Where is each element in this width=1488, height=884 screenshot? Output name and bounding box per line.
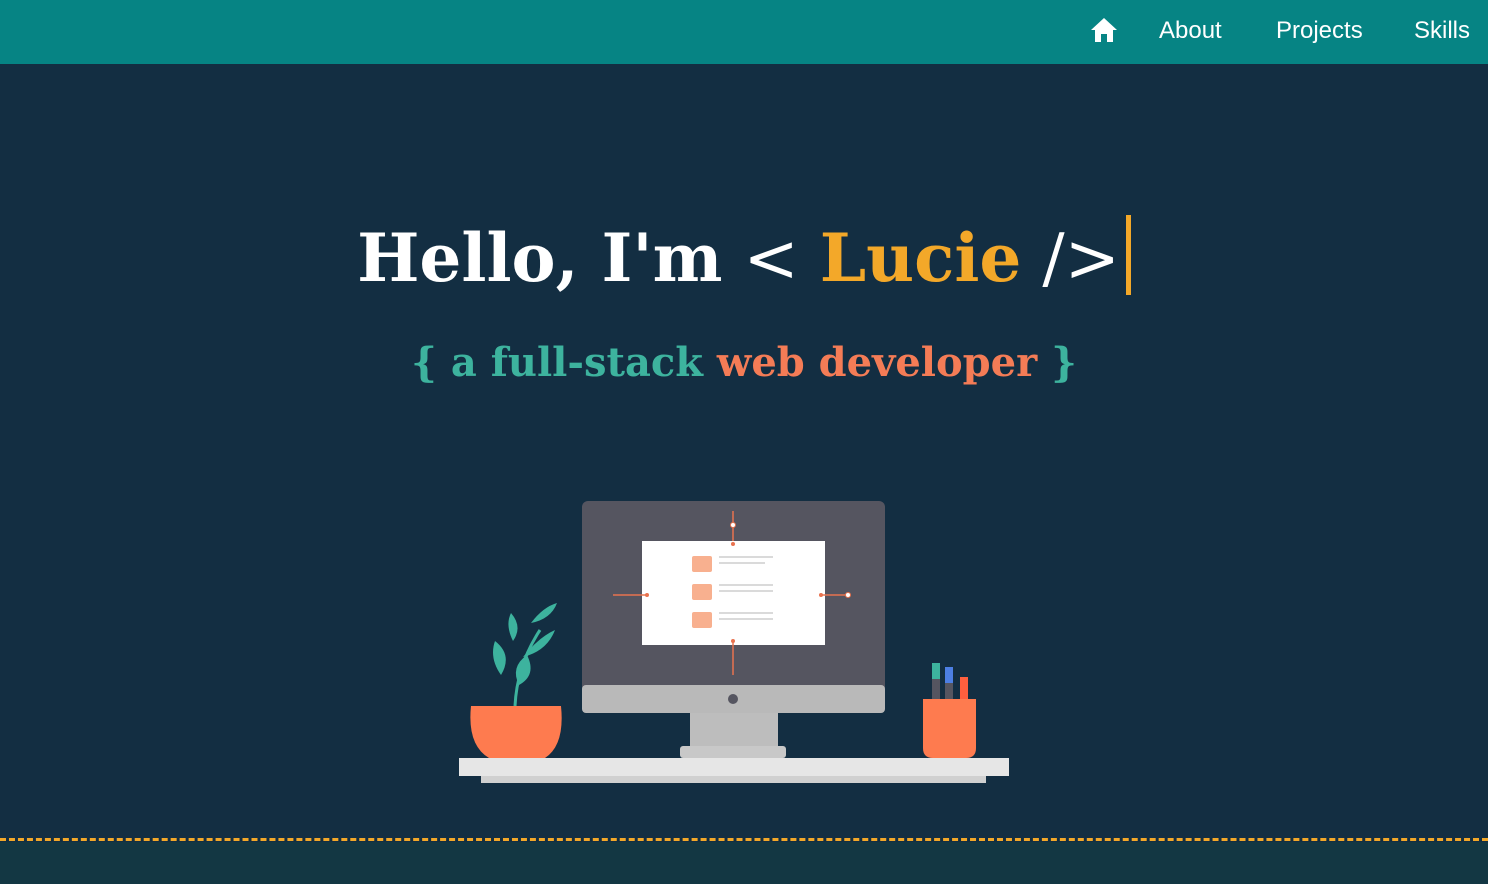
typing-cursor	[1125, 215, 1131, 295]
hero-subtitle: { a full-stack web developer }	[0, 336, 1488, 390]
navbar: About Projects Skills	[0, 0, 1488, 64]
pencil-cup	[923, 699, 976, 758]
next-section-top	[0, 842, 1488, 884]
desk-top	[459, 758, 1009, 776]
section-divider	[0, 838, 1488, 841]
monitor-foot	[680, 746, 786, 758]
hero-name: Lucie	[819, 219, 1022, 297]
home-icon[interactable]	[1089, 16, 1119, 44]
tag-close: />	[1042, 220, 1120, 297]
nav-link-skills[interactable]: Skills	[1414, 16, 1470, 46]
subtitle-teal-text: a full-stack	[450, 339, 703, 386]
tag-open: <	[743, 220, 799, 297]
plant-pot	[470, 706, 562, 758]
greeting-text: Hello, I'm	[357, 219, 723, 297]
subtitle-orange-text: web developer	[716, 339, 1038, 386]
desk-shadow	[481, 776, 986, 783]
hero-heading: Hello, I'm < Lucie />	[0, 208, 1488, 308]
nav-link-about[interactable]: About	[1159, 16, 1222, 46]
subtitle-brace-open: {	[411, 339, 437, 386]
monitor-neck	[690, 713, 778, 747]
subtitle-brace-close: }	[1051, 339, 1077, 386]
desk-illustration	[455, 495, 1015, 795]
monitor-button	[728, 694, 738, 704]
nav-link-projects[interactable]: Projects	[1276, 16, 1363, 46]
